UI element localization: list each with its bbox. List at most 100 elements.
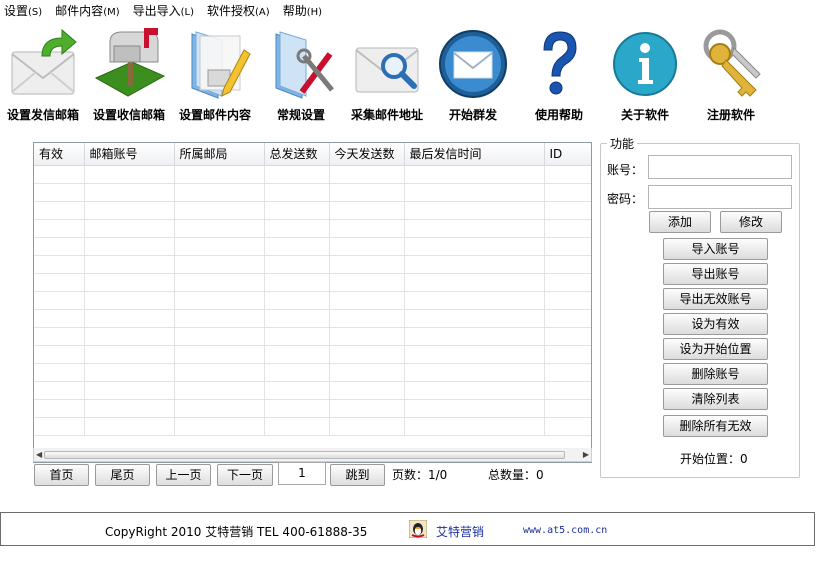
edit-button[interactable]: 修改 — [720, 211, 782, 233]
scroll-right-icon[interactable]: ▶ — [583, 450, 589, 459]
folder-pencil-icon — [191, 31, 251, 99]
password-input[interactable] — [648, 185, 792, 209]
table-cell — [404, 201, 545, 220]
col-total-sent[interactable]: 总发送数 — [264, 143, 330, 166]
col-today-sent[interactable]: 今天发送数 — [329, 143, 405, 166]
export-invalid-accounts-button[interactable]: 导出无效账号 — [663, 288, 768, 310]
table-cell — [34, 327, 85, 346]
table-cell — [34, 345, 85, 364]
scroll-left-icon[interactable]: ◀ — [36, 450, 42, 459]
table-cell — [174, 399, 265, 418]
menu-mail-content[interactable]: 邮件内容(M) — [55, 2, 119, 19]
brand-link[interactable]: 艾特营销 — [436, 523, 484, 540]
prev-page-button[interactable]: 上一页 — [156, 464, 211, 486]
table-cell — [544, 417, 591, 436]
table-row[interactable] — [34, 363, 591, 382]
menu-import-export[interactable]: 导出导入(L) — [133, 2, 194, 19]
table-cell — [544, 327, 591, 346]
table-row[interactable] — [34, 201, 591, 220]
tool-sender-mailbox-button[interactable]: 设置发信邮箱 — [0, 22, 86, 124]
set-valid-button[interactable]: 设为有效 — [663, 313, 768, 335]
table-row[interactable] — [34, 327, 591, 346]
account-input[interactable] — [648, 155, 792, 179]
tool-help-button[interactable]: 使用帮助 — [516, 22, 602, 124]
tool-mail-content-button[interactable]: 设置邮件内容 — [172, 22, 258, 124]
table-cell — [264, 309, 330, 328]
next-page-button[interactable]: 下一页 — [217, 464, 273, 486]
set-start-position-button[interactable]: 设为开始位置 — [663, 338, 768, 360]
table-cell — [34, 273, 85, 292]
col-id[interactable]: ID — [544, 143, 591, 166]
table-row[interactable] — [34, 291, 591, 310]
horizontal-scrollbar[interactable]: ◀ ▶ — [33, 448, 592, 462]
table-cell — [174, 345, 265, 364]
export-accounts-button[interactable]: 导出账号 — [663, 263, 768, 285]
table-cell — [404, 219, 545, 238]
table-cell — [84, 309, 175, 328]
page-number-input[interactable]: 1 — [278, 462, 326, 485]
table-cell — [404, 417, 545, 436]
table-cell — [544, 291, 591, 310]
table-row[interactable] — [34, 219, 591, 238]
password-label: 密码： — [607, 192, 644, 206]
tool-general-settings-button[interactable]: 常规设置 — [258, 22, 344, 124]
table-row[interactable] — [34, 399, 591, 418]
table-cell — [544, 201, 591, 220]
table-cell — [329, 345, 405, 364]
table-cell — [174, 291, 265, 310]
table-row[interactable] — [34, 255, 591, 274]
copyright-text: CopyRight 2010 艾特营销 TEL 400-61888-35 — [105, 525, 368, 539]
import-accounts-button[interactable]: 导入账号 — [663, 238, 768, 260]
table-row[interactable] — [34, 381, 591, 400]
table-row[interactable] — [34, 273, 591, 292]
first-page-button[interactable]: 首页 — [34, 464, 89, 486]
table-row[interactable] — [34, 237, 591, 256]
table-cell — [84, 219, 175, 238]
last-page-button[interactable]: 尾页 — [95, 464, 150, 486]
start-position-text: 开始位置：0 — [680, 452, 748, 466]
website-link[interactable]: www.at5.com.cn — [523, 525, 607, 536]
qq-penguin-icon[interactable] — [409, 520, 427, 538]
menu-bar: 设置(S) 邮件内容(M) 导出导入(L) 软件授权(A) 帮助(H) — [0, 0, 827, 21]
delete-all-invalid-button[interactable]: 删除所有无效 — [663, 415, 768, 437]
table-cell — [34, 309, 85, 328]
table-row[interactable] — [34, 345, 591, 364]
col-last-sent-time[interactable]: 最后发信时间 — [404, 143, 545, 166]
table-row[interactable] — [34, 417, 591, 436]
table-row[interactable] — [34, 165, 591, 184]
menu-settings[interactable]: 设置(S) — [4, 2, 42, 19]
delete-account-button[interactable]: 删除账号 — [663, 363, 768, 385]
table-cell — [404, 273, 545, 292]
tool-receiver-mailbox-button[interactable]: 设置收信邮箱 — [86, 22, 172, 124]
table-row[interactable] — [34, 183, 591, 202]
table-cell — [174, 183, 265, 202]
menu-help[interactable]: 帮助(H) — [283, 2, 322, 19]
table-cell — [544, 237, 591, 256]
account-table[interactable]: 有效 邮箱账号 所属邮局 总发送数 今天发送数 最后发信时间 ID — [33, 142, 592, 463]
table-cell — [84, 291, 175, 310]
col-account[interactable]: 邮箱账号 — [84, 143, 175, 166]
tool-collect-address-button[interactable]: 采集邮件地址 — [344, 22, 430, 124]
table-cell — [84, 273, 175, 292]
table-cell — [329, 291, 405, 310]
table-cell — [84, 165, 175, 184]
table-cell — [84, 237, 175, 256]
add-button[interactable]: 添加 — [649, 211, 711, 233]
table-header-row: 有效 邮箱账号 所属邮局 总发送数 今天发送数 最后发信时间 ID — [34, 143, 591, 166]
table-row[interactable] — [34, 309, 591, 328]
table-cell — [264, 363, 330, 382]
jump-button[interactable]: 跳到 — [330, 464, 385, 486]
col-valid[interactable]: 有效 — [34, 143, 85, 166]
col-mail-server[interactable]: 所属邮局 — [174, 143, 265, 166]
table-cell — [264, 255, 330, 274]
tool-start-send-button[interactable]: 开始群发 — [430, 22, 516, 124]
tool-register-button[interactable]: 注册软件 — [688, 22, 774, 124]
tool-about-button[interactable]: 关于软件 — [602, 22, 688, 124]
table-cell — [84, 255, 175, 274]
table-cell — [329, 309, 405, 328]
clear-list-button[interactable]: 清除列表 — [663, 388, 768, 410]
scroll-thumb[interactable] — [44, 451, 565, 459]
table-cell — [329, 255, 405, 274]
table-cell — [34, 183, 85, 202]
menu-license[interactable]: 软件授权(A) — [207, 2, 270, 19]
